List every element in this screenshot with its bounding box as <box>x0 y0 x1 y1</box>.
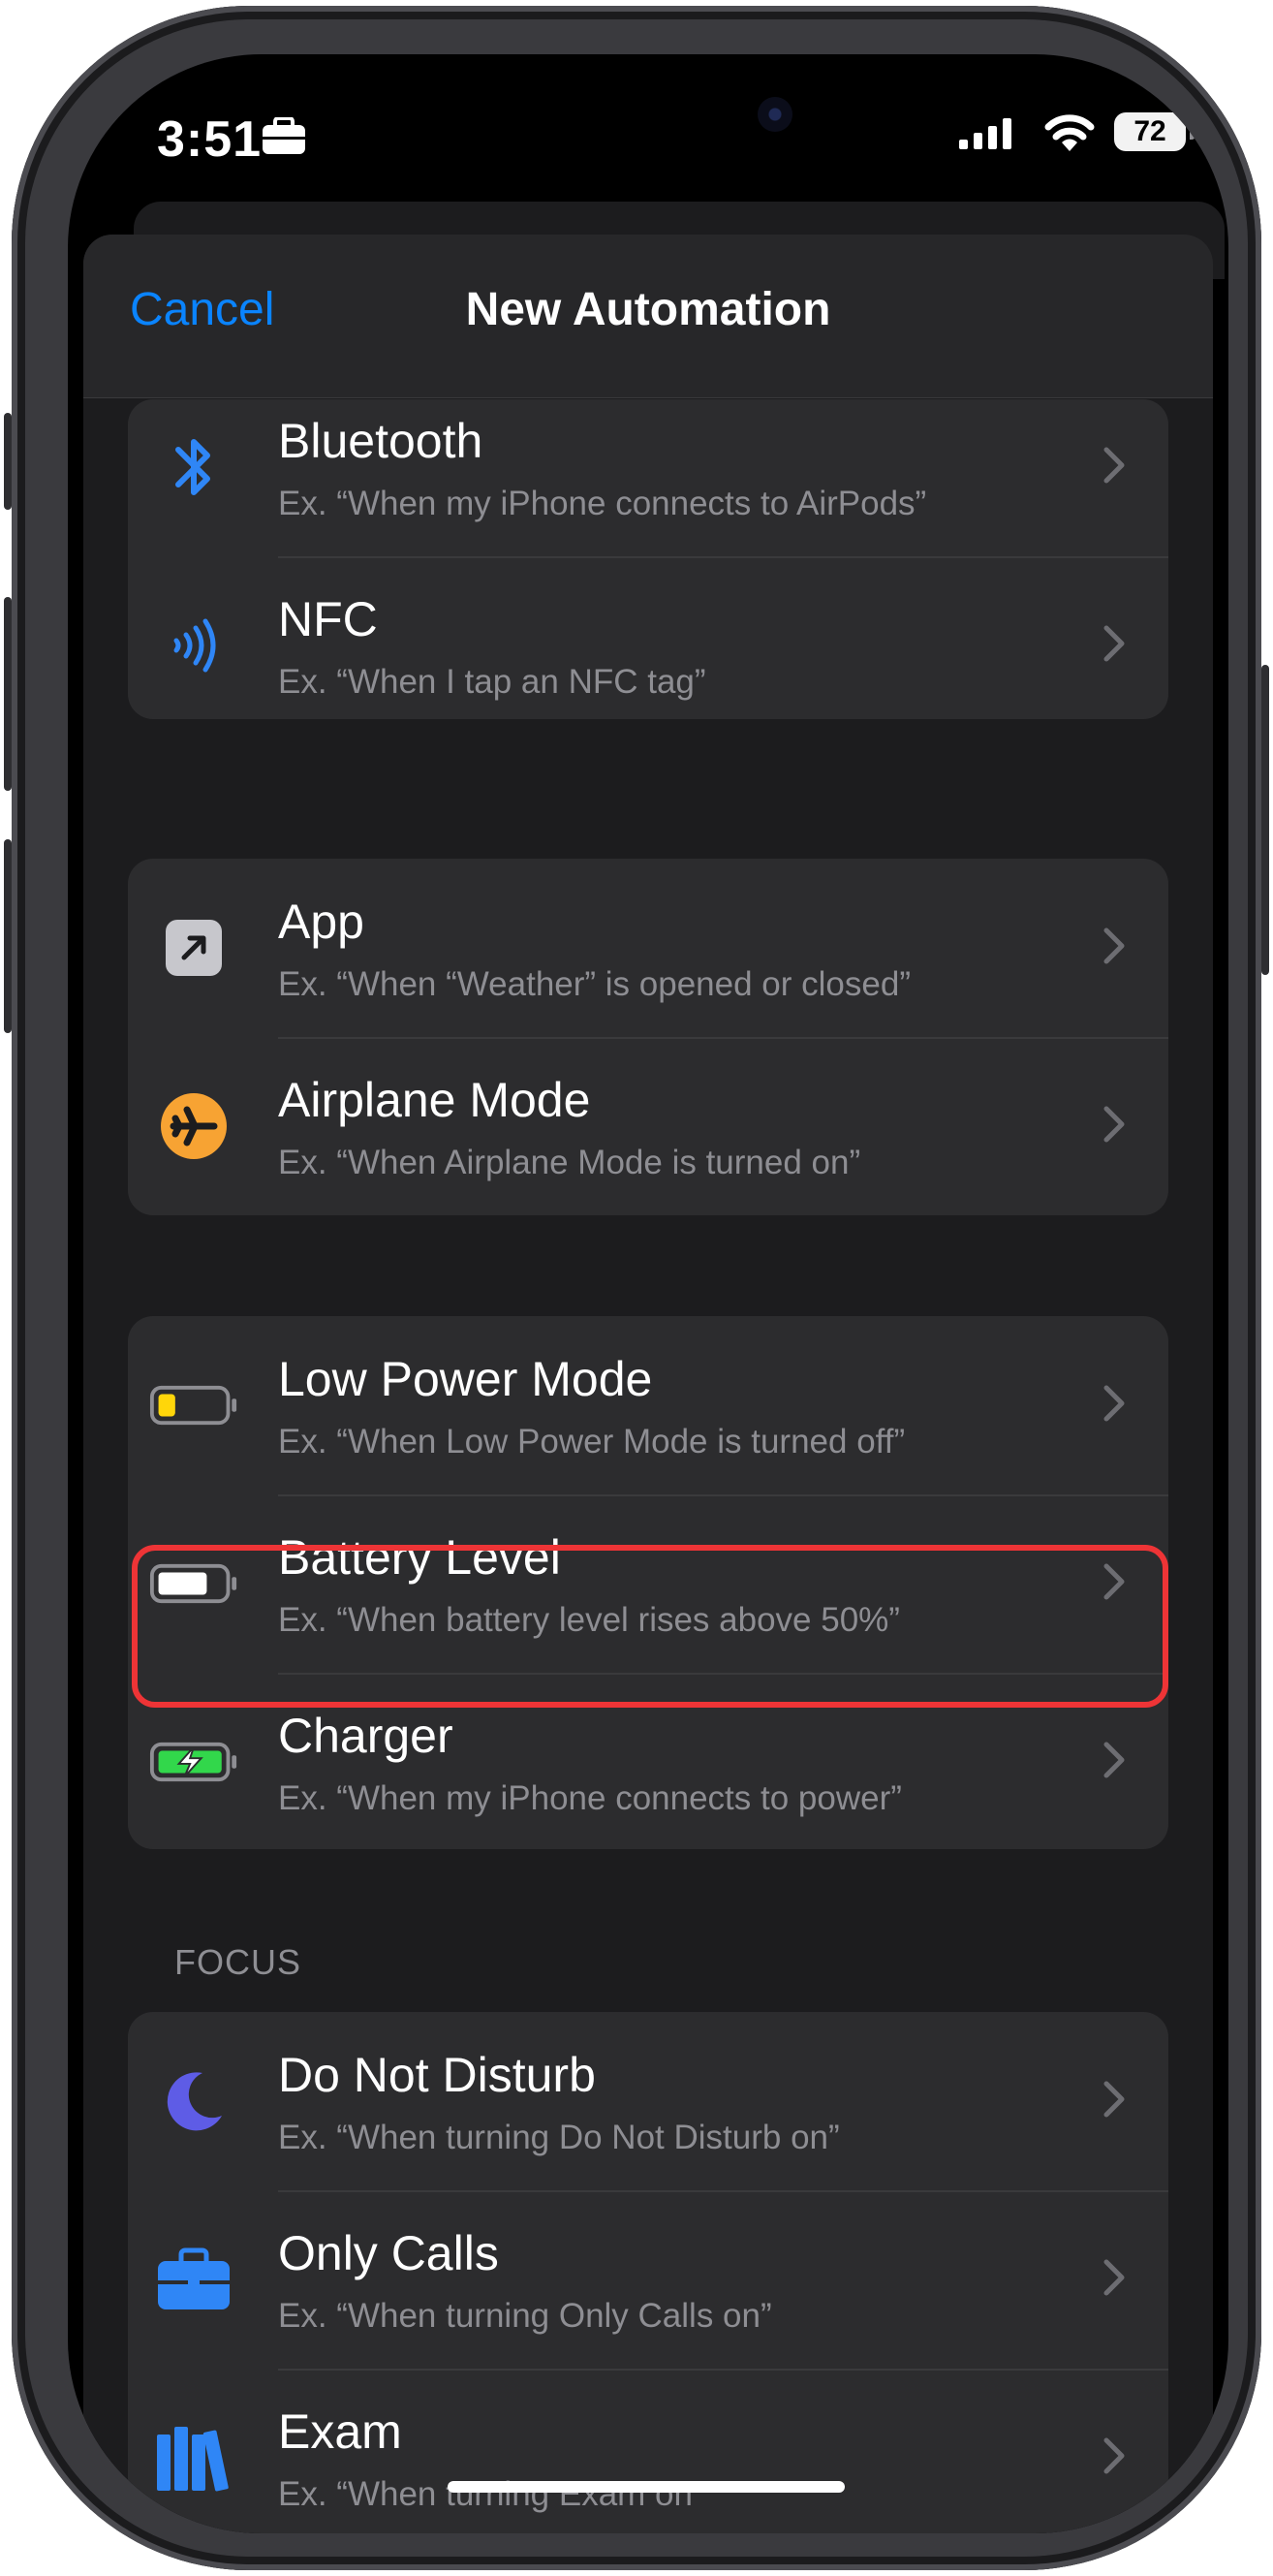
phone-frame: 3:51 72 Cancel New Automation Bluetooth … <box>4 6 1269 2570</box>
section-header-focus: FOCUS <box>174 1942 301 1982</box>
action-button <box>4 413 12 510</box>
battery-nub <box>1190 124 1195 140</box>
row-title: Charger <box>278 1709 453 1763</box>
wifi-icon <box>1044 114 1095 151</box>
row-title: Airplane Mode <box>278 1073 591 1127</box>
list-item-low-power-mode[interactable]: Low Power Mode Ex. “When Low Power Mode … <box>128 1316 1168 1494</box>
list-item-airplane-mode[interactable]: Airplane Mode Ex. “When Airplane Mode is… <box>128 1037 1168 1215</box>
chevron-right-icon <box>1103 2437 1125 2474</box>
books-icon <box>149 2413 238 2502</box>
highlight-box <box>132 1545 1168 1708</box>
row-title: Bluetooth <box>278 414 483 468</box>
nfc-icon <box>149 601 238 690</box>
home-indicator[interactable] <box>448 2481 845 2493</box>
row-subtitle: Ex. “When turning Do Not Disturb on” <box>278 2119 840 2156</box>
screen: 3:51 72 Cancel New Automation Bluetooth … <box>68 54 1228 2533</box>
low-battery-icon <box>149 1361 238 1450</box>
new-automation-sheet: Cancel New Automation Bluetooth Ex. “Whe… <box>83 235 1213 2533</box>
row-subtitle: Ex. “When Low Power Mode is turned off” <box>278 1423 906 1461</box>
volume-up-button <box>4 597 12 791</box>
charging-battery-icon <box>149 1717 238 1806</box>
list-item-only-calls[interactable]: Only Calls Ex. “When turning Only Calls … <box>128 2190 1168 2369</box>
row-subtitle: Ex. “When I tap an NFC tag” <box>278 663 706 701</box>
app-icon <box>149 903 238 992</box>
row-subtitle: Ex. “When my iPhone connects to AirPods” <box>278 485 927 522</box>
moon-icon <box>149 2057 238 2146</box>
briefcase-icon <box>149 2235 238 2324</box>
power-button <box>1261 665 1269 975</box>
row-title: Only Calls <box>278 2226 499 2280</box>
bluetooth-icon <box>149 423 238 512</box>
chevron-right-icon <box>1103 1742 1125 1778</box>
status-time: 3:51 <box>157 111 263 168</box>
volume-down-button <box>4 839 12 1033</box>
chevron-right-icon <box>1103 2081 1125 2118</box>
list-item-bluetooth[interactable]: Bluetooth Ex. “When my iPhone connects t… <box>128 399 1168 556</box>
row-subtitle: Ex. “When “Weather” is opened or closed” <box>278 965 911 1003</box>
chevron-right-icon <box>1103 927 1125 964</box>
dynamic-island <box>577 91 771 140</box>
chevron-right-icon <box>1103 1385 1125 1422</box>
focus-briefcase-icon <box>263 117 305 154</box>
row-subtitle: Ex. “When turning Only Calls on” <box>278 2297 772 2335</box>
row-subtitle: Ex. “When my iPhone connects to power” <box>278 1779 902 1817</box>
chevron-right-icon <box>1103 1106 1125 1143</box>
page-title: New Automation <box>465 284 831 335</box>
nav-bar: Cancel New Automation <box>83 235 1213 398</box>
row-title: App <box>278 895 364 949</box>
list-item-app[interactable]: App Ex. “When “Weather” is opened or clo… <box>128 859 1168 1037</box>
row-title: Exam <box>278 2404 402 2459</box>
chevron-right-icon <box>1103 2259 1125 2296</box>
chevron-right-icon <box>1103 625 1125 662</box>
list-item-exam[interactable]: Exam Ex. “When turning Exam on” <box>128 2369 1168 2533</box>
battery-status: 72 <box>1114 112 1186 151</box>
focus-group: Do Not Disturb Ex. “When turning Do Not … <box>128 2012 1168 2533</box>
camera <box>758 97 792 132</box>
list-item-nfc[interactable]: NFC Ex. “When I tap an NFC tag” <box>128 556 1168 719</box>
row-title: Low Power Mode <box>278 1352 653 1406</box>
row-title: Do Not Disturb <box>278 2048 596 2102</box>
cellular-signal-icon <box>959 118 1011 149</box>
airplane-icon <box>149 1082 238 1171</box>
row-title: NFC <box>278 592 378 646</box>
chevron-right-icon <box>1103 447 1125 484</box>
list-item-do-not-disturb[interactable]: Do Not Disturb Ex. “When turning Do Not … <box>128 2012 1168 2190</box>
connectivity-group: Bluetooth Ex. “When my iPhone connects t… <box>128 399 1168 719</box>
row-subtitle: Ex. “When Airplane Mode is turned on” <box>278 1144 861 1181</box>
apps-group: App Ex. “When “Weather” is opened or clo… <box>128 859 1168 1215</box>
